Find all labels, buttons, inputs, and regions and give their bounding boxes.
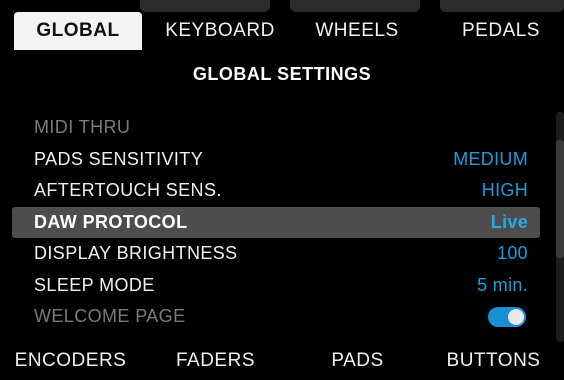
bottom-button-faders[interactable]: FADERS [145, 350, 286, 372]
setting-row-sleep-mode[interactable]: SLEEP MODE 5 min. [12, 270, 540, 302]
setting-value: 100 [497, 243, 528, 264]
setting-label: DAW PROTOCOL [34, 211, 188, 232]
tab-keyboard[interactable]: KEYBOARD [150, 12, 290, 50]
scrollbar-thumb[interactable] [556, 140, 564, 258]
setting-value: Live [490, 211, 528, 232]
setting-label: AFTERTOUCH SENS. [34, 180, 222, 201]
setting-value: MEDIUM [453, 148, 528, 169]
tab-bar: GLOBAL KEYBOARD WHEELS PEDALS [0, 0, 564, 52]
tab-notch-decoration [440, 0, 564, 12]
setting-row-midi-thru[interactable]: MIDI THRU [12, 112, 540, 144]
setting-row-welcome-page[interactable]: WELCOME PAGE [12, 301, 540, 333]
settings-scrollbar[interactable] [556, 112, 564, 342]
tab-notch-decoration [290, 0, 420, 12]
settings-list: MIDI THRU PADS SENSITIVITY MEDIUM AFTERT… [12, 112, 540, 333]
bottom-button-encoders[interactable]: ENCODERS [0, 350, 141, 372]
tab-global[interactable]: GLOBAL [14, 12, 142, 50]
tab-wheels[interactable]: WHEELS [292, 12, 422, 50]
setting-row-pads-sensitivity[interactable]: PADS SENSITIVITY MEDIUM [12, 144, 540, 176]
setting-label: MIDI THRU [34, 117, 131, 138]
bottom-function-bar: ENCODERS FADERS PADS BUTTONS [0, 344, 564, 380]
welcome-page-toggle[interactable] [488, 306, 526, 327]
setting-value: HIGH [481, 180, 528, 201]
setting-value: 5 min. [477, 274, 528, 295]
setting-row-daw-protocol[interactable]: DAW PROTOCOL Live [12, 206, 540, 238]
bottom-button-buttons[interactable]: BUTTONS [423, 350, 564, 372]
setting-label: WELCOME PAGE [34, 306, 186, 327]
page-title: GLOBAL SETTINGS [192, 64, 372, 84]
display-screen: GLOBAL KEYBOARD WHEELS PEDALS GLOBAL SET… [0, 0, 564, 380]
tab-pedals[interactable]: PEDALS [438, 12, 564, 50]
setting-label: DISPLAY BRIGHTNESS [34, 243, 238, 264]
toggle-knob [508, 308, 524, 325]
tab-notch-decoration [140, 0, 270, 12]
setting-label: PADS SENSITIVITY [34, 148, 204, 169]
setting-label: SLEEP MODE [34, 274, 155, 295]
setting-row-display-brightness[interactable]: DISPLAY BRIGHTNESS 100 [12, 238, 540, 270]
bottom-button-pads[interactable]: PADS [287, 350, 428, 372]
setting-row-aftertouch-sens[interactable]: AFTERTOUCH SENS. HIGH [12, 175, 540, 207]
